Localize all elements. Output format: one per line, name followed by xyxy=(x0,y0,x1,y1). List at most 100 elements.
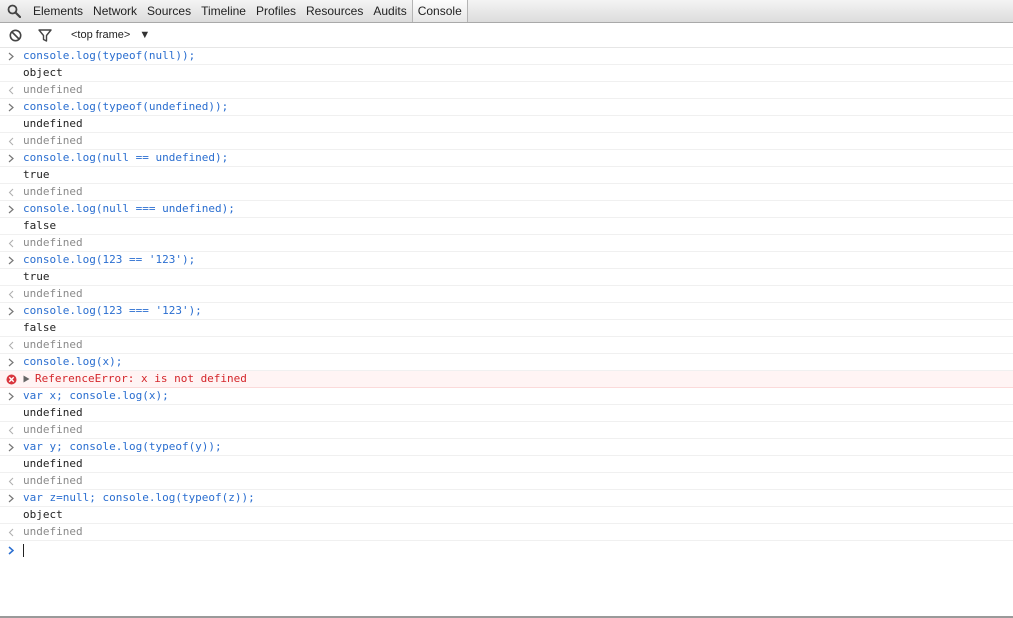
console-result: undefined xyxy=(0,286,1013,303)
console-result: undefined xyxy=(0,133,1013,150)
console-command: console.log(null == undefined); xyxy=(0,150,1013,167)
message-text: var z=null; console.log(typeof(z)); xyxy=(23,491,255,504)
chevron-down-icon: ▼ xyxy=(139,29,151,41)
console-output: false xyxy=(0,320,1013,337)
result-arrow-icon xyxy=(4,473,18,489)
gutter-empty xyxy=(4,167,18,183)
console-result: undefined xyxy=(0,235,1013,252)
message-text: undefined xyxy=(23,338,83,351)
input-chevron-icon xyxy=(4,252,18,268)
console-output: true xyxy=(0,269,1013,286)
tab-profiles[interactable]: Profiles xyxy=(251,0,301,22)
console-command: var y; console.log(typeof(y)); xyxy=(0,439,1013,456)
error-icon xyxy=(4,371,18,387)
message-text: undefined xyxy=(23,134,83,147)
message-text: false xyxy=(23,219,57,232)
console-result: undefined xyxy=(0,337,1013,354)
input-chevron-icon xyxy=(4,303,18,319)
message-text: console.log(typeof(undefined)); xyxy=(23,100,229,113)
message-text: true xyxy=(23,270,50,283)
result-arrow-icon xyxy=(4,422,18,438)
message-text: object xyxy=(23,508,63,521)
console-command: console.log(typeof(null)); xyxy=(0,48,1013,65)
console-command: console.log(typeof(undefined)); xyxy=(0,99,1013,116)
input-chevron-icon xyxy=(4,388,18,404)
console-command: console.log(123 === '123'); xyxy=(0,303,1013,320)
message-text: console.log(null === undefined); xyxy=(23,202,235,215)
message-text: undefined xyxy=(23,117,83,130)
gutter-empty xyxy=(4,405,18,421)
result-arrow-icon xyxy=(4,82,18,98)
console-output: undefined xyxy=(0,116,1013,133)
console-command: var x; console.log(x); xyxy=(0,388,1013,405)
message-text: ReferenceError: x is not defined xyxy=(35,372,247,385)
console-result: undefined xyxy=(0,473,1013,490)
console-messages: console.log(typeof(null)); object undefine… xyxy=(0,48,1013,541)
message-text: undefined xyxy=(23,474,83,487)
console-command: console.log(null === undefined); xyxy=(0,201,1013,218)
tab-sources[interactable]: Sources xyxy=(142,0,196,22)
input-chevron-icon xyxy=(4,354,18,370)
console-result: undefined xyxy=(0,82,1013,99)
result-arrow-icon xyxy=(4,524,18,540)
input-chevron-icon xyxy=(4,439,18,455)
result-arrow-icon xyxy=(4,184,18,200)
result-arrow-icon xyxy=(4,133,18,149)
message-text: var x; console.log(x); xyxy=(23,389,169,402)
tab-network[interactable]: Network xyxy=(88,0,142,22)
tab-elements[interactable]: Elements xyxy=(28,0,88,22)
console-command: console.log(x); xyxy=(0,354,1013,371)
panel-tabs: Elements Network Sources Timeline Profiles Re… xyxy=(28,0,468,23)
message-text: var y; console.log(typeof(y)); xyxy=(23,440,222,453)
gutter-empty xyxy=(4,116,18,132)
tab-resources[interactable]: Resources xyxy=(301,0,368,22)
input-chevron-icon xyxy=(4,48,18,64)
filter-icon[interactable] xyxy=(33,23,57,47)
gutter-empty xyxy=(4,456,18,472)
gutter-empty xyxy=(4,320,18,336)
console-error: ReferenceError: x is not defined xyxy=(0,371,1013,388)
console-result: undefined xyxy=(0,524,1013,541)
console-output: undefined xyxy=(0,456,1013,473)
input-chevron-icon xyxy=(4,201,18,217)
tab-console[interactable]: Console xyxy=(411,0,468,22)
message-text: true xyxy=(23,168,50,181)
console-result: undefined xyxy=(0,184,1013,201)
console-command: var z=null; console.log(typeof(z)); xyxy=(0,490,1013,507)
message-text: undefined xyxy=(23,236,83,249)
message-text: console.log(123 === '123'); xyxy=(23,304,202,317)
console-output: true xyxy=(0,167,1013,184)
message-text: console.log(null == undefined); xyxy=(23,151,229,164)
gutter-empty xyxy=(4,269,18,285)
result-arrow-icon xyxy=(4,286,18,302)
gutter-empty xyxy=(4,218,18,234)
console-prompt[interactable] xyxy=(0,542,1013,559)
input-chevron-icon xyxy=(4,490,18,506)
message-text: undefined xyxy=(23,287,83,300)
message-text: console.log(123 == '123'); xyxy=(23,253,196,266)
gutter-empty xyxy=(4,507,18,523)
text-caret xyxy=(23,544,24,557)
message-text: console.log(x); xyxy=(23,355,123,368)
input-chevron-icon xyxy=(4,150,18,166)
message-text: false xyxy=(23,321,57,334)
search-icon[interactable] xyxy=(0,0,28,23)
frame-selector-label: <top frame> xyxy=(71,29,131,41)
prompt-chevron-icon xyxy=(4,542,18,559)
tab-timeline[interactable]: Timeline xyxy=(196,0,251,22)
console-toolbar: <top frame> ▼ xyxy=(0,23,1013,48)
clear-console-icon[interactable] xyxy=(3,23,27,47)
message-text: undefined xyxy=(23,406,83,419)
result-arrow-icon xyxy=(4,235,18,251)
message-text: undefined xyxy=(23,457,83,470)
message-text: undefined xyxy=(23,423,83,436)
message-text: undefined xyxy=(23,83,83,96)
result-arrow-icon xyxy=(4,337,18,353)
expand-triangle-icon[interactable] xyxy=(23,371,30,387)
console-result: undefined xyxy=(0,422,1013,439)
console-output: object xyxy=(0,65,1013,82)
message-text: console.log(typeof(null)); xyxy=(23,49,196,62)
frame-selector[interactable]: <top frame> ▼ xyxy=(71,29,150,41)
tab-audits[interactable]: Audits xyxy=(368,0,411,22)
console-output: false xyxy=(0,218,1013,235)
